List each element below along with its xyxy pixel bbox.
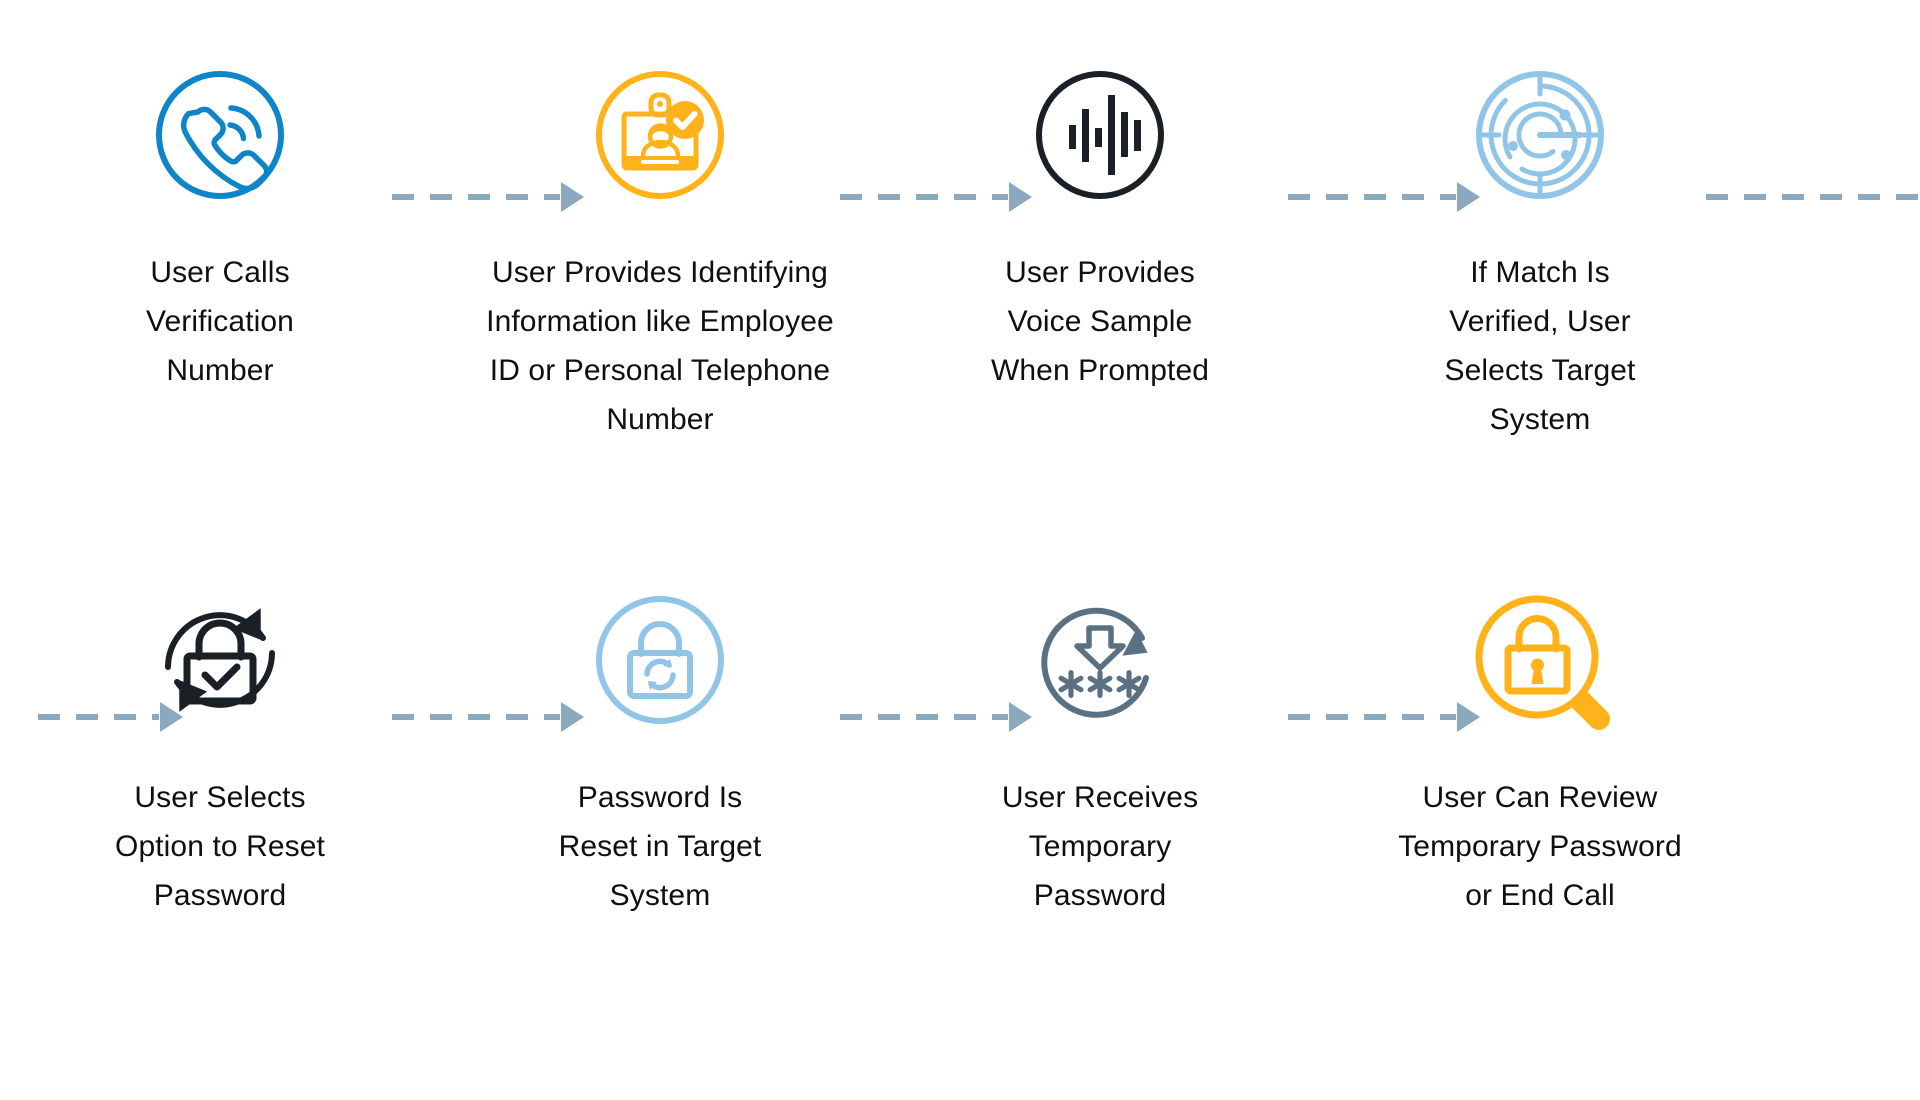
arrow-head-icon [561,702,584,732]
biometric-target-icon [1455,50,1625,220]
connector-row-1-wrap-out [1706,182,1920,212]
dashed-line [392,194,560,200]
process-step-5[interactable]: User Selects Option to Reset Password [0,575,440,920]
process-step-7-label: User Receives Temporary Password [1001,781,1199,912]
connector-step-5-to-6 [392,702,584,732]
process-step-2[interactable]: User Provides Identifying Information li… [440,50,880,444]
dashed-line [1706,194,1920,200]
process-step-3-label: User Provides Voice Sample When Prompted [990,256,1210,387]
process-row-1: User Calls Verification Number User Prov… [0,50,1920,510]
arrow-head-icon [561,182,584,212]
arrow-head-icon [160,702,183,732]
dashed-line [38,714,159,720]
process-step-3[interactable]: User Provides Voice Sample When Prompted [880,50,1320,395]
connector-row-2-wrap-in [38,702,183,732]
connector-step-6-to-7 [840,702,1032,732]
process-step-5-label: User Selects Option to Reset Password [115,781,325,912]
process-step-2-label: User Provides Identifying Information li… [486,256,834,436]
process-step-8-label: User Can Review Temporary Password or En… [1398,781,1682,912]
process-step-6-label: Password Is Reset in Target System [558,781,762,912]
connector-step-7-to-8 [1288,702,1480,732]
process-step-4-label: If Match Is Verified, User Selects Targe… [1444,256,1636,436]
process-step-8[interactable]: User Can Review Temporary Password or En… [1320,575,1760,920]
password-download-asterisks-icon [1015,575,1185,745]
dashed-line [840,714,1008,720]
lock-magnifier-icon [1455,575,1625,745]
arrow-head-icon [1457,702,1480,732]
process-step-6[interactable]: Password Is Reset in Target System [440,575,880,920]
process-row-2: User Selects Option to Reset Password Pa… [0,575,1920,1035]
arrow-head-icon [1457,182,1480,212]
arrow-head-icon [1009,182,1032,212]
process-step-1-label: User Calls Verification Number [146,256,294,387]
connector-step-2-to-3 [840,182,1032,212]
process-step-4[interactable]: If Match Is Verified, User Selects Targe… [1320,50,1760,444]
connector-step-1-to-2 [392,182,584,212]
id-badge-verified-icon [575,50,745,220]
phone-call-icon [135,50,305,220]
process-flow-diagram: User Calls Verification Number User Prov… [0,0,1920,1100]
process-step-7[interactable]: User Receives Temporary Password [880,575,1320,920]
process-step-1[interactable]: User Calls Verification Number [0,50,440,395]
dashed-line [1288,714,1456,720]
arrow-head-icon [1009,702,1032,732]
dashed-line [392,714,560,720]
voice-waveform-icon [1015,50,1185,220]
dashed-line [840,194,1008,200]
lock-reset-circle-icon [575,575,745,745]
dashed-line [1288,194,1456,200]
connector-step-3-to-4 [1288,182,1480,212]
